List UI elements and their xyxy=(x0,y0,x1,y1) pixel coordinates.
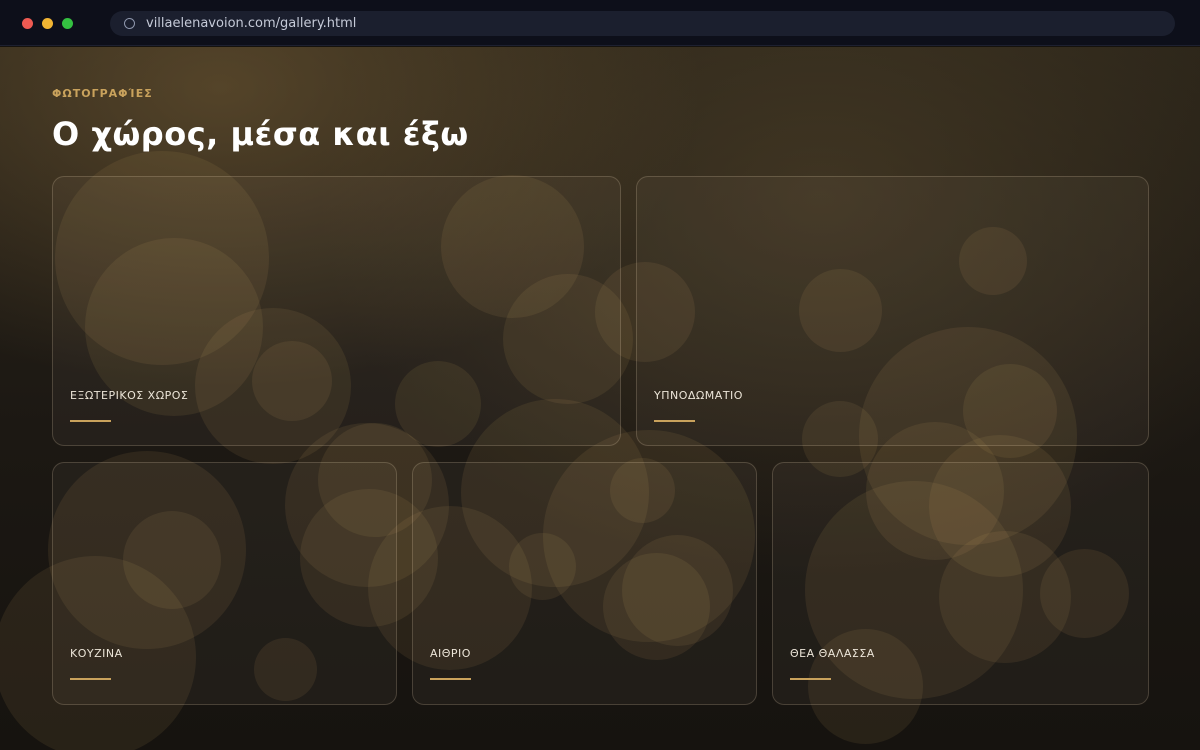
gallery-card-label: ΑΙΘΡΙΟ xyxy=(430,647,471,660)
accent-line xyxy=(654,420,695,422)
accent-line xyxy=(70,420,111,422)
gallery-page: ΦΩΤΟΓΡΑΦΊΕΣ Ο χώρος, μέσα και έξω ΕΞΩΤΕΡ… xyxy=(0,47,1200,750)
maximize-window-button[interactable] xyxy=(62,18,73,29)
circle-icon xyxy=(124,18,135,29)
accent-line xyxy=(430,678,471,680)
page-title: Ο χώρος, μέσα και έξω xyxy=(52,115,469,153)
address-bar[interactable]: villaelenavoion.com/gallery.html xyxy=(110,11,1175,36)
gallery-card-label: ΘΕΑ ΘΑΛΑΣΣΑ xyxy=(790,647,875,660)
accent-line xyxy=(70,678,111,680)
gallery-card-atrium[interactable]: ΑΙΘΡΙΟ xyxy=(412,462,757,705)
minimize-window-button[interactable] xyxy=(42,18,53,29)
browser-toolbar: villaelenavoion.com/gallery.html xyxy=(0,0,1200,46)
section-eyebrow: ΦΩΤΟΓΡΑΦΊΕΣ xyxy=(52,87,153,100)
gallery-card-bedroom[interactable]: ΥΠΝΟΔΩΜΑΤΙΟ xyxy=(636,176,1149,446)
url-text: villaelenavoion.com/gallery.html xyxy=(146,16,357,31)
close-window-button[interactable] xyxy=(22,18,33,29)
gallery-card-label: ΕΞΩΤΕΡΙΚΟΣ ΧΩΡΟΣ xyxy=(70,389,189,402)
accent-line xyxy=(790,678,831,680)
gallery-card-exterior[interactable]: ΕΞΩΤΕΡΙΚΟΣ ΧΩΡΟΣ xyxy=(52,176,621,446)
gallery-card-label: ΥΠΝΟΔΩΜΑΤΙΟ xyxy=(654,389,743,402)
gallery-card-kitchen[interactable]: ΚΟΥΖΙΝΑ xyxy=(52,462,397,705)
gallery-card-label: ΚΟΥΖΙΝΑ xyxy=(70,647,123,660)
gallery-card-sea-view[interactable]: ΘΕΑ ΘΑΛΑΣΣΑ xyxy=(772,462,1149,705)
